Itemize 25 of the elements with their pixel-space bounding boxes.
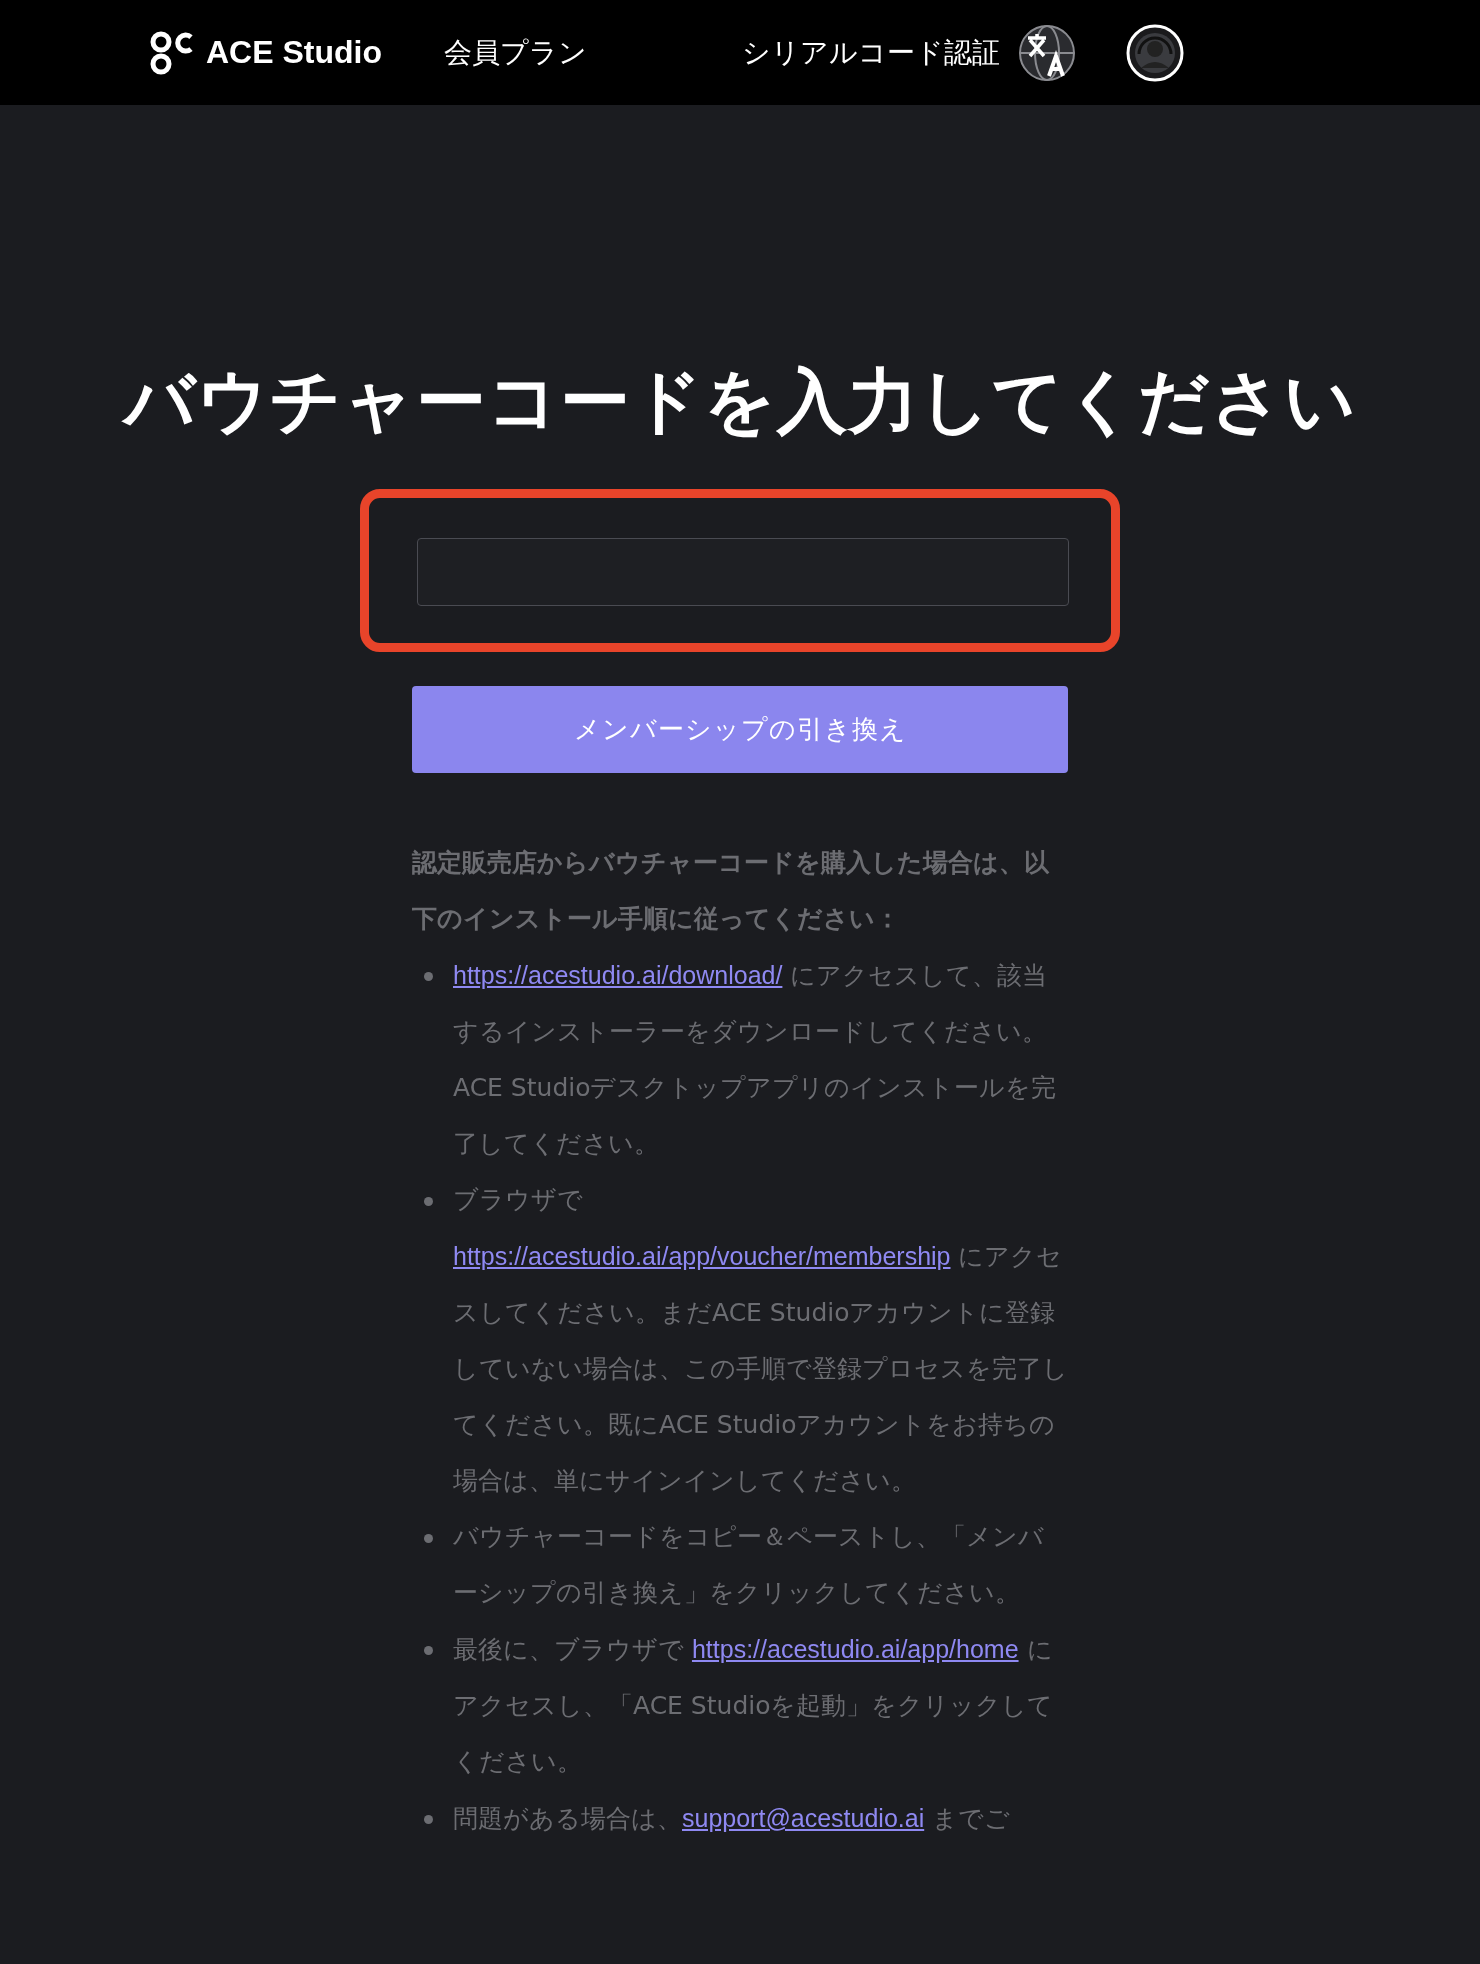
brand-name[interactable]: ACE Studio	[206, 34, 382, 71]
redeem-button[interactable]: メンバーシップの引き換え	[412, 686, 1068, 773]
link[interactable]: https://acestudio.ai/download/	[453, 961, 783, 989]
instructions-heading: 認定販売店からバウチャーコードを購入した場合は、以下のインストール手順に従ってください：	[412, 847, 1050, 935]
translate-icon	[1018, 23, 1076, 82]
instruction-step: バウチャーコードをコピー＆ペーストし、「メンバーシップの引き換え」をクリックしてください。	[453, 1509, 1068, 1621]
language-button[interactable]	[1018, 23, 1076, 82]
page-title: バウチャーコードを入力してください	[123, 359, 1357, 444]
bullet-icon	[424, 1815, 433, 1824]
link[interactable]: https://acestudio.ai/app/home	[691, 1635, 1019, 1663]
instruction-step: 最後に、ブラウザで https://acestudio.ai/app/home にアクセスし、「ACE Studioを起動」をクリックしてください。	[453, 1621, 1068, 1790]
instruction-step: https://acestudio.ai/download/ にアクセスして、該当するインストーラーをダウンロードしてください。ACE Studioデスクトップアプリのインストールを完了してください。	[453, 947, 1068, 1172]
account-button[interactable]	[1126, 23, 1184, 82]
nav-link[interactable]: 会員プラン	[444, 33, 587, 72]
voucher-code-field[interactable]	[417, 538, 1069, 606]
bullet-icon	[424, 1646, 433, 1655]
avatar-icon	[1126, 23, 1184, 82]
bullet-icon	[424, 972, 433, 981]
bullet-icon	[424, 1197, 433, 1206]
bullet-icon	[424, 1534, 433, 1543]
link[interactable]: support@acestudio.ai	[682, 1804, 925, 1832]
link[interactable]: https://acestudio.ai/app/voucher/membership	[453, 1242, 951, 1270]
instruction-step: ブラウザで https://acestudio.ai/app/voucher/membership にアクセスしてください。まだACE Studioアカウントに登録していない場合は、この手順で登録プロセスを完了してください。既にACE Studioアカウントをお持ちの場合は、単にサインインしてください。	[453, 1172, 1068, 1509]
instruction-step: 問題がある場合は、support@acestudio.ai までご	[453, 1790, 1068, 1847]
serial-code-link[interactable]: シリアルコード認証	[742, 33, 1000, 72]
